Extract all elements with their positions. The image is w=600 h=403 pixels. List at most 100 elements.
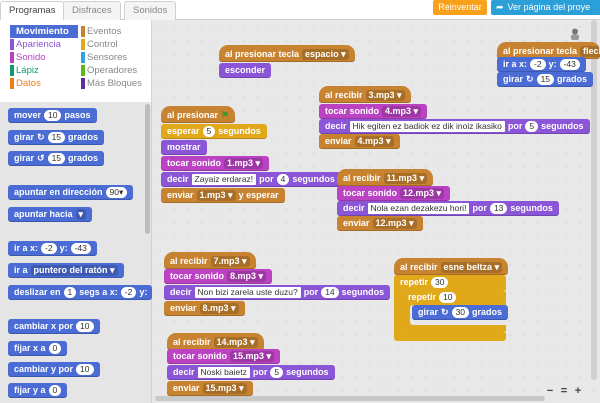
palette-girar-right-block[interactable]: girar ↻ 15 grados — [8, 130, 105, 145]
number-slot[interactable]: 15 — [47, 132, 66, 143]
show-block[interactable]: mostrar — [161, 140, 207, 155]
palette-ir-a-xy-block[interactable]: ir a x: -2 y: -43 — [8, 241, 97, 256]
when-receive-hat[interactable]: al recibir esne beltza — [394, 258, 509, 275]
palette-cambiar-x-block[interactable]: cambiar x por 10 — [8, 319, 100, 334]
number-slot[interactable]: 10 — [76, 364, 94, 375]
tab-programas[interactable]: Programas — [0, 1, 65, 21]
say-for-secs-block[interactable]: decir Hik egiten ez badiok ez dik inoiz i… — [319, 119, 590, 134]
say-for-secs-block[interactable]: decir Non bizi zarela uste duzu? por 14 segu… — [164, 285, 391, 300]
broadcast-block[interactable]: enviar 15.mp3 — [167, 381, 253, 396]
message-dropdown[interactable]: 15.mp3 — [202, 383, 247, 394]
tab-disfraces[interactable]: Disfraces — [63, 1, 121, 20]
category-sonido[interactable]: Sonido — [10, 51, 80, 64]
when-receive-hat[interactable]: al recibir 3.mp3 — [319, 86, 411, 103]
ver-pagina-button[interactable]: ➦ Ver página del proye — [491, 0, 600, 15]
palette-fijar-x-block[interactable]: fijar x a0 — [8, 341, 68, 356]
category-movimiento[interactable]: Movimiento — [10, 25, 80, 38]
message-dropdown[interactable]: 14.mp3 — [213, 337, 258, 348]
sound-dropdown[interactable]: 1.mp3 — [224, 158, 264, 169]
number-slot[interactable]: -2 — [41, 243, 57, 254]
number-slot[interactable]: 5 — [525, 121, 539, 132]
broadcast-and-wait-block[interactable]: enviar1.mp3y esperar — [161, 188, 285, 203]
category-apariencia[interactable]: Apariencia — [10, 38, 80, 51]
broadcast-block[interactable]: enviar 4.mp3 — [319, 134, 400, 149]
palette-fijar-y-block[interactable]: fijar y a0 — [8, 383, 68, 398]
zoom-out-button[interactable]: − — [544, 385, 556, 397]
broadcast-block[interactable]: enviar 12.mp3 — [337, 216, 423, 231]
category-eventos[interactable]: Eventos — [81, 25, 151, 38]
scripts-horizontal-scrollbar[interactable] — [155, 396, 545, 401]
tab-sonidos[interactable]: Sonidos — [124, 1, 177, 20]
category-operadores[interactable]: Operadores — [81, 64, 151, 77]
message-dropdown[interactable]: 8.mp3 — [199, 303, 239, 314]
number-slot[interactable]: 5 — [202, 126, 216, 137]
message-dropdown[interactable]: 1.mp3 — [196, 190, 236, 201]
number-slot[interactable]: 30 — [431, 277, 449, 288]
message-dropdown[interactable]: 7.mp3 — [210, 256, 250, 267]
play-sound-block[interactable]: tocar sonido 1.mp3 — [161, 156, 270, 171]
palette-deslizar-block[interactable]: deslizar en 1 segs a x: -2 y: — [8, 285, 152, 300]
sound-dropdown[interactable]: 15.mp3 — [230, 351, 275, 362]
go-to-xy-block[interactable]: ir a x: -2 y: -43 — [497, 57, 586, 72]
category-datos[interactable]: Datos — [10, 77, 80, 90]
text-slot[interactable]: Noski baietz — [197, 367, 250, 378]
dropdown[interactable]: puntero del ratón — [30, 265, 118, 276]
number-slot[interactable]: 1 — [63, 287, 77, 298]
play-sound-block[interactable]: tocar sonido 15.mp3 — [167, 349, 281, 364]
when-flag-clicked-hat[interactable]: al presionar ⚑ — [161, 106, 236, 123]
zoom-reset-button[interactable]: = — [558, 385, 570, 397]
reinventar-button[interactable]: Reinventar — [433, 0, 487, 15]
category-lapiz[interactable]: Lápiz — [10, 64, 80, 77]
number-slot[interactable]: 14 — [321, 287, 339, 298]
dropdown[interactable] — [75, 209, 87, 220]
number-slot[interactable]: 90▾ — [105, 187, 128, 198]
palette-cambiar-y-block[interactable]: cambiar y por 10 — [8, 362, 100, 377]
key-dropdown[interactable]: flech — [580, 46, 600, 57]
number-slot[interactable]: -43 — [559, 59, 580, 70]
number-slot[interactable]: -2 — [120, 287, 137, 298]
number-slot[interactable]: 0 — [48, 343, 62, 354]
say-for-secs-block[interactable]: decir Noski baietz por 5 segundos — [167, 365, 335, 380]
number-slot[interactable]: -2 — [530, 59, 546, 70]
text-slot[interactable]: Non bizi zarela uste duzu? — [194, 287, 301, 298]
category-control[interactable]: Control — [81, 38, 151, 51]
number-slot[interactable]: -43 — [70, 243, 91, 254]
message-dropdown[interactable]: 4.mp3 — [354, 136, 394, 147]
message-dropdown[interactable]: 11.mp3 — [383, 173, 428, 184]
text-slot[interactable]: Hik egiten ez badiok ez dik inoiz ikasik… — [349, 121, 505, 132]
palette-ir-a-block[interactable]: ir a puntero del ratón — [8, 263, 124, 278]
number-slot[interactable]: 15 — [47, 153, 66, 164]
palette-scrollbar[interactable] — [145, 104, 150, 234]
when-key-pressed-hat[interactable]: al presionar tecla espacio — [219, 45, 355, 62]
text-slot[interactable]: Nola ezan dezakezu hori! — [367, 203, 470, 214]
number-slot[interactable]: 15 — [536, 74, 555, 85]
number-slot[interactable]: 4 — [276, 174, 290, 185]
turn-right-block[interactable]: girar ↻ 15 grados — [497, 72, 594, 87]
broadcast-block[interactable]: enviar 8.mp3 — [164, 301, 245, 316]
number-slot[interactable]: 10 — [76, 321, 94, 332]
number-slot[interactable]: 13 — [489, 203, 508, 214]
palette-mover-block[interactable]: mover 10 pasos — [8, 108, 97, 123]
when-receive-hat[interactable]: al recibir 7.mp3 — [164, 252, 256, 269]
message-dropdown[interactable]: 3.mp3 — [365, 90, 405, 101]
palette-apuntar-direccion-block[interactable]: apuntar en dirección 90▾ — [8, 185, 134, 200]
play-sound-block[interactable]: tocar sonido 4.mp3 — [319, 104, 428, 119]
zoom-in-button[interactable]: + — [572, 385, 584, 397]
key-dropdown[interactable]: espacio — [302, 49, 349, 60]
play-sound-block[interactable]: tocar sonido 12.mp3 — [337, 186, 451, 201]
number-slot[interactable]: 0 — [48, 385, 62, 396]
when-receive-hat[interactable]: al recibir 14.mp3 — [167, 333, 264, 350]
number-slot[interactable]: 10 — [439, 292, 457, 303]
palette-girar-left-block[interactable]: girar ↺ 15 grados — [8, 151, 105, 166]
category-mas-bloques[interactable]: Más Bloques — [81, 77, 151, 90]
when-receive-hat[interactable]: al recibir 11.mp3 — [337, 169, 434, 186]
play-sound-block[interactable]: tocar sonido 8.mp3 — [164, 269, 273, 284]
number-slot[interactable]: 10 — [44, 110, 62, 121]
palette-apuntar-hacia-block[interactable]: apuntar hacia — [8, 207, 93, 222]
category-sensores[interactable]: Sensores — [81, 51, 151, 64]
text-slot[interactable]: Zayaiz erdaraz! — [191, 174, 257, 185]
say-for-secs-block[interactable]: decir Zayaiz erdaraz! por 4 segundos — [161, 172, 341, 187]
sound-dropdown[interactable]: 8.mp3 — [227, 271, 267, 282]
number-slot[interactable]: 30 — [451, 307, 470, 318]
number-slot[interactable]: 5 — [270, 367, 284, 378]
